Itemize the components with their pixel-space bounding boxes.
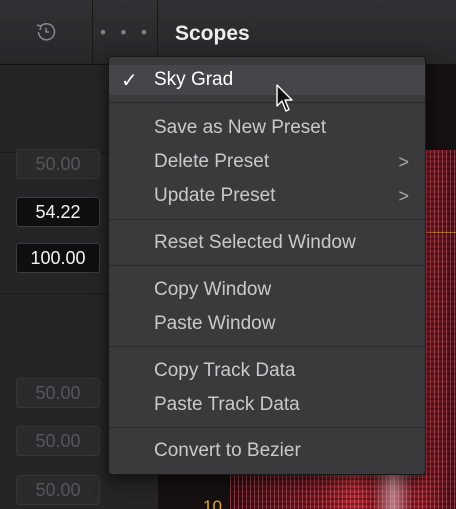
menu-separator xyxy=(109,265,425,266)
submenu-arrow-icon: > xyxy=(398,151,409,172)
more-options-button[interactable]: • • • xyxy=(93,0,158,64)
menu-item-label: Delete Preset xyxy=(154,151,270,172)
menu-item-label: Paste Window xyxy=(154,313,276,334)
menu-item-paste-track-data[interactable]: Paste Track Data xyxy=(109,390,425,420)
menu-item-delete-preset[interactable]: Delete Preset > xyxy=(109,147,425,177)
value-field[interactable]: 50.00 xyxy=(16,475,100,505)
menu-separator xyxy=(109,219,425,220)
menu-item-label: Copy Window xyxy=(154,279,272,300)
reset-button[interactable] xyxy=(0,0,93,64)
menu-item-label: Paste Track Data xyxy=(154,394,300,415)
more-options-icon: • • • xyxy=(98,22,152,42)
menu-item-label: Update Preset xyxy=(154,185,276,206)
value-field[interactable]: 100.00 xyxy=(16,243,100,273)
menu-item-label: Reset Selected Window xyxy=(154,232,356,253)
menu-item-paste-window[interactable]: Paste Window xyxy=(109,309,425,339)
menu-separator xyxy=(109,346,425,347)
menu-item-label: Copy Track Data xyxy=(154,360,296,381)
value-field[interactable]: 50.00 xyxy=(16,378,100,408)
menu-item-label: Sky Grad xyxy=(154,69,234,90)
menu-item-copy-window[interactable]: Copy Window xyxy=(109,275,425,305)
menu-separator xyxy=(109,427,425,428)
menu-item-label: Save as New Preset xyxy=(154,117,327,138)
preset-context-menu: ✓ Sky Grad Save as New Preset Delete Pre… xyxy=(108,56,426,475)
menu-item-label: Convert to Bezier xyxy=(154,440,301,461)
mouse-pointer-icon xyxy=(276,84,293,112)
menu-item-convert-to-bezier[interactable]: Convert to Bezier xyxy=(109,436,425,466)
menu-separator xyxy=(109,102,425,103)
menu-item-copy-track-data[interactable]: Copy Track Data xyxy=(109,356,425,386)
value-field[interactable]: 54.22 xyxy=(16,197,100,227)
reset-history-icon xyxy=(36,23,56,41)
submenu-arrow-icon: > xyxy=(398,185,409,206)
menu-item-update-preset[interactable]: Update Preset > xyxy=(109,181,425,211)
menu-item-reset-selected-window[interactable]: Reset Selected Window xyxy=(109,228,425,258)
value-field[interactable]: 50.00 xyxy=(16,149,100,179)
menu-item-save-as-new-preset[interactable]: Save as New Preset xyxy=(109,113,425,143)
panel-title: Scopes xyxy=(175,22,250,45)
value-field[interactable]: 50.00 xyxy=(16,426,100,456)
menu-item-sky-grad[interactable]: ✓ Sky Grad xyxy=(109,65,425,95)
checkmark-icon: ✓ xyxy=(121,69,138,92)
scope-axis-label: 10 xyxy=(203,497,222,509)
